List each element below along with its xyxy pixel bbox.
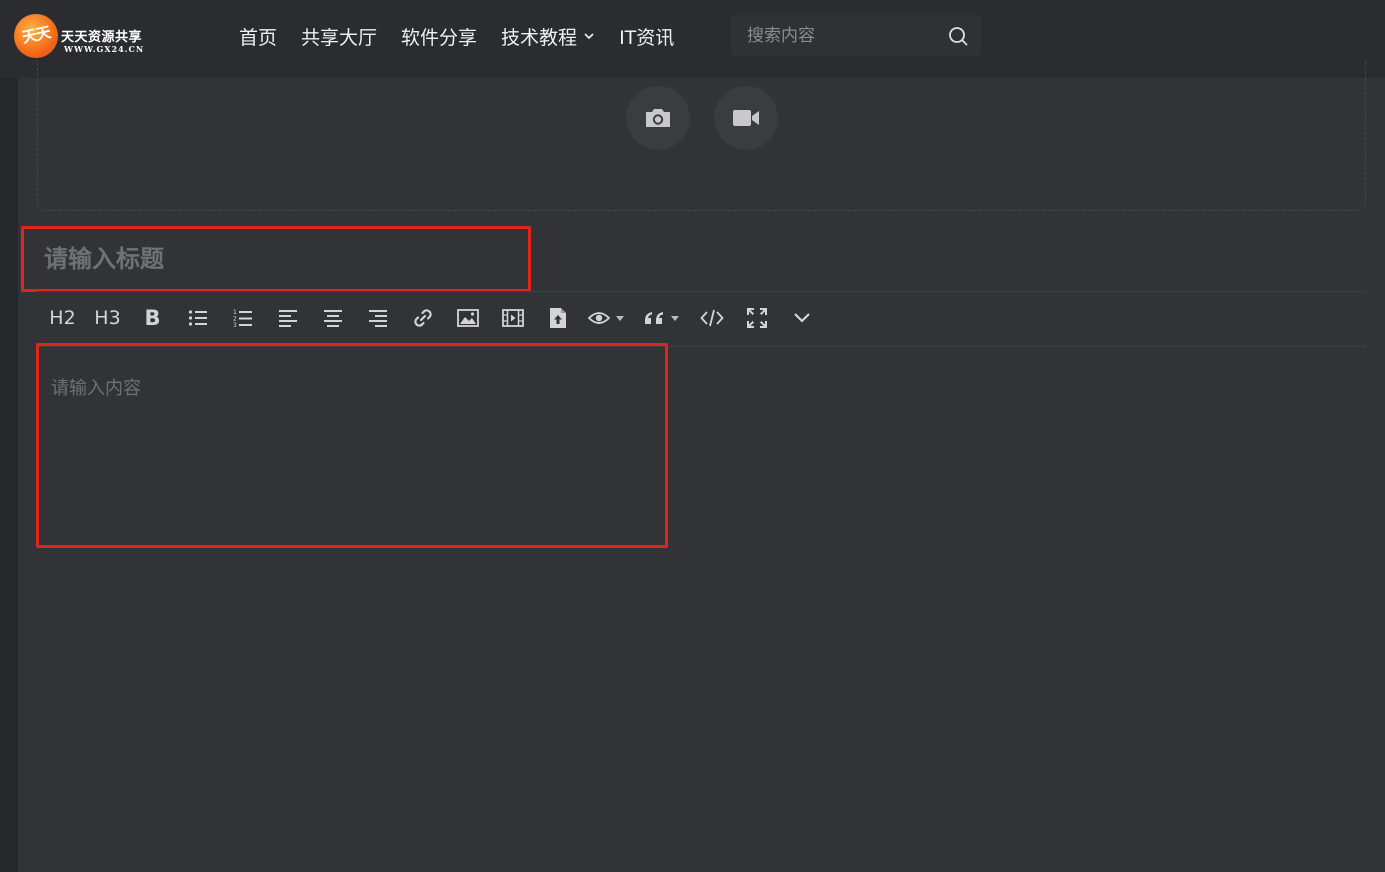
camera-icon — [646, 109, 670, 127]
ordered-list-icon: 1 2 3 — [233, 309, 252, 328]
video-icon — [501, 309, 524, 327]
heading2-button[interactable]: H2 — [40, 297, 85, 339]
main-nav: 首页 共享大厅 软件分享 技术教程 IT资讯 — [239, 22, 698, 50]
logo-subtitle: WWW.GX24.CN — [64, 44, 145, 54]
code-icon — [699, 309, 724, 327]
content-input[interactable] — [39, 346, 665, 545]
bold-button[interactable]: B — [130, 297, 175, 339]
fullscreen-button[interactable] — [734, 297, 779, 339]
unordered-list-icon — [188, 310, 207, 326]
search-input[interactable] — [731, 15, 936, 56]
quote-icon — [644, 312, 663, 324]
nav-item-it-news[interactable]: IT资讯 — [619, 23, 674, 50]
more-options-button[interactable] — [779, 297, 824, 339]
align-right-button[interactable] — [355, 297, 400, 339]
fullscreen-icon — [746, 308, 767, 328]
align-left-icon — [278, 310, 297, 327]
preview-dropdown-button[interactable] — [580, 297, 632, 339]
nav-item-software[interactable]: 软件分享 — [401, 23, 477, 50]
caret-down-icon — [616, 315, 624, 321]
align-center-button[interactable] — [310, 297, 355, 339]
site-logo[interactable]: 天天 天天资源共享 WWW.GX24.CN — [14, 14, 154, 60]
nav-item-home[interactable]: 首页 — [239, 23, 277, 50]
nav-item-share-hall[interactable]: 共享大厅 — [301, 23, 377, 50]
align-center-icon — [323, 310, 342, 327]
logo-title: 天天资源共享 — [61, 30, 143, 45]
media-upload-area — [37, 60, 1366, 211]
ordered-list-button[interactable]: 1 2 3 — [220, 297, 265, 339]
link-icon — [413, 309, 432, 327]
svg-text:3: 3 — [233, 322, 237, 328]
editor-toolbar: H2 H3 B 1 2 3 — [40, 297, 824, 339]
image-icon — [456, 309, 479, 327]
eye-icon — [588, 312, 610, 324]
quote-dropdown-button[interactable] — [632, 297, 689, 339]
heading3-button[interactable]: H3 — [85, 297, 130, 339]
align-right-icon — [368, 310, 387, 327]
upload-video-button[interactable] — [714, 86, 778, 150]
chevron-down-icon — [793, 313, 810, 323]
insert-image-button[interactable] — [445, 297, 490, 339]
code-button[interactable] — [689, 297, 734, 339]
left-sidebar-strip — [0, 78, 18, 872]
unordered-list-button[interactable] — [175, 297, 220, 339]
title-input[interactable] — [21, 226, 531, 292]
logo-mark: 天天 — [14, 14, 58, 58]
chevron-down-icon — [584, 33, 594, 40]
search-icon[interactable] — [947, 25, 969, 47]
search-box — [731, 15, 981, 56]
insert-video-button[interactable] — [490, 297, 535, 339]
content-area — [36, 343, 668, 548]
upload-file-button[interactable] — [535, 297, 580, 339]
align-left-button[interactable] — [265, 297, 310, 339]
upload-photo-button[interactable] — [626, 86, 690, 150]
nav-item-tutorials[interactable]: 技术教程 — [501, 23, 595, 50]
video-camera-icon — [733, 110, 759, 126]
caret-down-icon — [670, 315, 679, 321]
file-upload-icon — [549, 308, 566, 328]
toolbar-divider-top — [37, 291, 1366, 292]
link-button[interactable] — [400, 297, 445, 339]
